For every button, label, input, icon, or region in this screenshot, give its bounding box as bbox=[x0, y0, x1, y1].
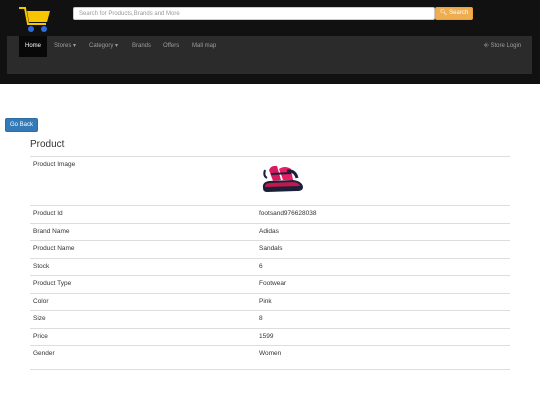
search-button[interactable]: 🔍︎ Search bbox=[435, 7, 473, 20]
table-row: Product Image bbox=[30, 156, 510, 206]
table-row: Stock 6 bbox=[30, 257, 510, 276]
table-row: Product Type Footwear bbox=[30, 275, 510, 293]
detail-value: 1599 bbox=[256, 327, 510, 346]
search-button-label: Search bbox=[449, 10, 469, 16]
top-header: Search for Products,Brands and More 🔍︎ S… bbox=[0, 0, 540, 84]
detail-value: Adidas bbox=[256, 222, 510, 241]
go-back-button[interactable]: Go Back bbox=[5, 118, 38, 132]
table-row: Product Id footsand976628038 bbox=[30, 205, 510, 223]
nav-mall-map[interactable]: Mall map bbox=[192, 36, 216, 57]
store-login-link[interactable]: ⎆ Store Login bbox=[484, 36, 521, 57]
detail-value: 6 bbox=[256, 257, 510, 276]
nav-stores-dropdown[interactable]: Stores ▾ bbox=[54, 36, 76, 57]
page-title: Product bbox=[30, 139, 65, 150]
detail-value: Women bbox=[256, 345, 510, 370]
table-row: Brand Name Adidas bbox=[30, 222, 510, 241]
product-details-table: Product Image Product Id footsand9766280… bbox=[30, 156, 510, 370]
search-input[interactable]: Search for Products,Brands and More bbox=[73, 7, 435, 20]
detail-label: Product Image bbox=[30, 156, 256, 206]
detail-value bbox=[256, 156, 510, 206]
detail-label: Brand Name bbox=[30, 222, 256, 241]
detail-label: Price bbox=[30, 327, 256, 346]
detail-label: Product Type bbox=[30, 275, 256, 293]
detail-value: Pink bbox=[256, 292, 510, 311]
search-icon: 🔍︎ bbox=[439, 10, 448, 16]
detail-value: Footwear bbox=[256, 275, 510, 293]
detail-label: Product Id bbox=[30, 205, 256, 223]
detail-label: Color bbox=[30, 292, 256, 311]
detail-value: Sandals bbox=[256, 240, 510, 258]
detail-value: 8 bbox=[256, 310, 510, 328]
main-navbar: Home Stores ▾ Category ▾ Brands Offers M… bbox=[7, 36, 532, 74]
nav-category-dropdown[interactable]: Category ▾ bbox=[89, 36, 118, 57]
shopping-cart-logo-icon[interactable] bbox=[19, 6, 51, 34]
detail-label: Product Name bbox=[30, 240, 256, 258]
detail-label: Stock bbox=[30, 257, 256, 276]
nav-brands[interactable]: Brands bbox=[132, 36, 151, 57]
detail-value: footsand976628038 bbox=[256, 205, 510, 223]
detail-label: Size bbox=[30, 310, 256, 328]
table-row: Color Pink bbox=[30, 292, 510, 311]
nav-home[interactable]: Home bbox=[19, 36, 47, 57]
detail-label: Gender bbox=[30, 345, 256, 370]
table-row: Size 8 bbox=[30, 310, 510, 328]
table-row: Product Name Sandals bbox=[30, 240, 510, 258]
table-row: Price 1599 bbox=[30, 327, 510, 346]
nav-offers[interactable]: Offers bbox=[163, 36, 179, 57]
table-row: Gender Women bbox=[30, 345, 510, 370]
product-image bbox=[262, 165, 303, 192]
